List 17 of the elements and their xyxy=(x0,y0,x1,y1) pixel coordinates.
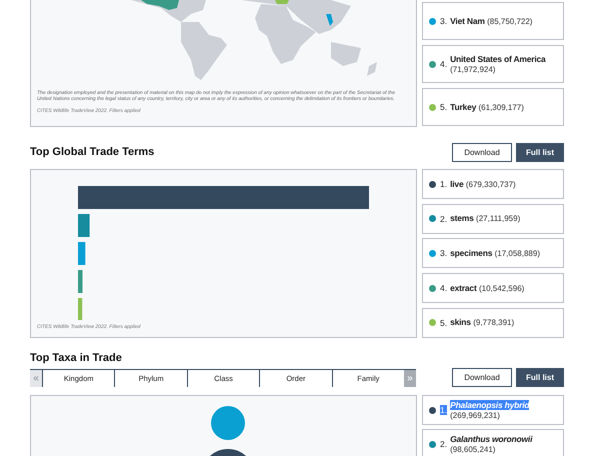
download-button[interactable]: Download xyxy=(452,368,512,387)
ranking-list-item[interactable]: 4. extract (10,542,596) xyxy=(422,273,564,304)
download-button[interactable]: Download xyxy=(452,142,512,162)
bar xyxy=(78,242,86,265)
full-list-button[interactable]: Full list xyxy=(516,142,564,162)
ranking-list-item[interactable]: 3. Viet Nam (85,750,722) xyxy=(422,2,564,40)
ranking-list-item[interactable]: 5. Turkey (61,309,177) xyxy=(422,88,564,126)
ranking-list-item[interactable]: 5. skins (9,778,391) xyxy=(422,308,564,338)
full-list-button[interactable]: Full list xyxy=(516,368,564,387)
bar xyxy=(78,298,82,320)
section-title: Top Global Trade Terms xyxy=(30,146,154,158)
section-title: Top Taxa in Trade xyxy=(30,352,122,364)
ranking-list-item[interactable]: 1. live (679,330,737) xyxy=(422,169,564,199)
bar xyxy=(78,214,90,237)
ranking-list-item[interactable]: 3. specimens (17,058,889) xyxy=(422,238,564,268)
ranking-list-item[interactable]: 2. stems (27,111,959) xyxy=(422,204,564,234)
bar xyxy=(78,270,83,293)
